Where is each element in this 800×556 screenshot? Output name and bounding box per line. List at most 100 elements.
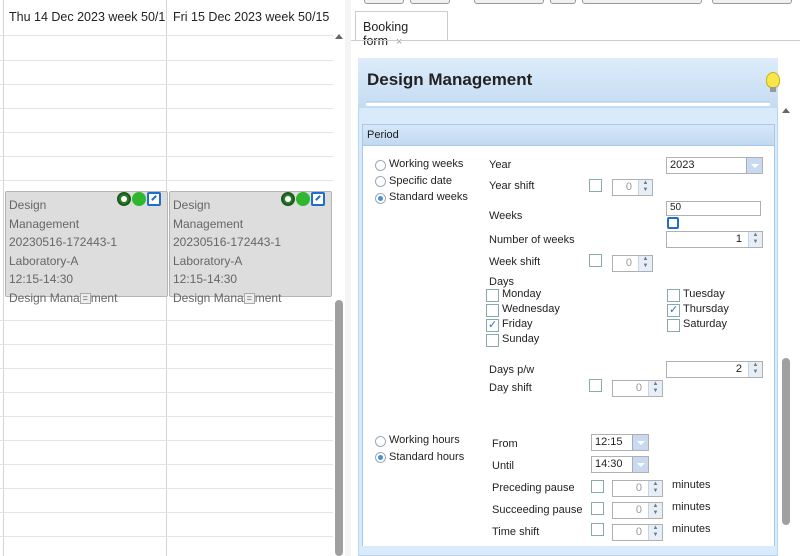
grid-line [0,320,333,321]
chevron-down-icon[interactable] [746,158,762,173]
label-week-shift: Week shift [489,256,541,268]
year-shift-stepper[interactable]: 0 ▲ ▼ [612,179,653,196]
spinner-icon[interactable]: ▲ ▼ [638,180,652,195]
event-title-line2: Management [9,216,80,231]
toolbar-button[interactable] [582,0,702,4]
open-link-icon[interactable] [311,192,325,206]
more-icon[interactable]: = [243,292,255,304]
preceding-pause-checkbox[interactable] [591,480,604,493]
grid-line [0,488,333,489]
checkbox-friday[interactable] [486,318,499,332]
open-link-icon[interactable] [667,217,679,229]
from-value: 12:15 [595,436,623,448]
event-desc-b: ment [254,290,282,305]
grid-line [0,180,333,181]
label-minutes: minutes [672,501,711,513]
time-shift-stepper[interactable]: 0 ▲ ▼ [612,524,663,541]
period-section-header[interactable]: Period [362,124,775,146]
label-minutes: minutes [672,523,711,535]
label-year-shift: Year shift [489,180,535,192]
year-shift-checkbox[interactable] [589,179,602,192]
open-link-icon[interactable] [147,192,161,206]
tab-divider [351,40,800,41]
label-specific-date: Specific date [389,175,452,187]
day-header-fri[interactable]: Fri 15 Dec 2023 week 50/15 [173,0,333,40]
calendar-scrollbar[interactable] [333,30,345,556]
event-code: 20230516-172443-1 [9,235,118,249]
label-day-shift: Day shift [489,382,532,394]
radio-working-hours[interactable] [375,436,386,447]
grid-line [0,536,333,537]
gear-icon[interactable] [281,192,295,206]
scroll-up-icon[interactable] [782,108,790,113]
year-select[interactable]: 2023 [666,157,763,174]
scroll-thumb[interactable] [782,358,790,525]
form-scrollbar[interactable] [780,100,792,556]
label-standard-weeks: Standard weeks [389,191,468,203]
checkbox-sunday[interactable] [486,334,499,347]
grid-line [0,344,333,345]
label-monday: Monday [502,288,542,300]
succeeding-pause-value: 0 [635,504,642,516]
label-until: Until [492,460,515,472]
succeeding-pause-checkbox[interactable] [591,502,604,515]
days-pw-stepper[interactable]: 2 ▲ ▼ [666,361,763,378]
event-icons [281,192,325,206]
event-card[interactable]: Design Management 20230516-172443-1 Labo… [5,191,168,305]
preceding-pause-value: 0 [635,482,642,494]
grid-line [0,416,333,417]
toolbar-button[interactable] [474,0,544,4]
event-location: Laboratory-A [173,253,243,268]
spinner-icon[interactable]: ▲ ▼ [748,362,762,377]
spinner-icon[interactable]: ▲ ▼ [648,381,662,396]
until-time-select[interactable]: 14:30 [591,456,649,473]
tab-booking-form[interactable]: Booking form × [355,11,448,48]
time-shift-checkbox[interactable] [591,523,604,536]
succeeding-pause-stepper[interactable]: 0 ▲ ▼ [612,502,663,519]
checkbox-thursday[interactable] [667,303,680,317]
calendar-view: Thu 14 Dec 2023 week 50/15 Fri 15 Dec 20… [0,0,345,556]
preceding-pause-stepper[interactable]: 0 ▲ ▼ [612,480,663,497]
toolbar-button[interactable] [364,0,404,4]
checkbox-tuesday[interactable] [667,289,680,302]
event-time: 12:15-14:30 [173,272,238,286]
number-of-weeks-stepper[interactable]: 1 ▲ ▼ [666,231,763,248]
toolbar-button[interactable] [712,0,792,4]
spinner-icon[interactable]: ▲ ▼ [648,525,662,540]
label-from: From [492,438,518,450]
gear-icon[interactable] [117,192,131,206]
close-icon[interactable]: × [396,36,402,48]
spinner-icon[interactable]: ▲ ▼ [638,256,652,271]
day-header-thu[interactable]: Thu 14 Dec 2023 week 50/15 [9,0,165,40]
day-shift-checkbox[interactable] [589,379,602,392]
event-card[interactable]: Design Management 20230516-172443-1 Labo… [169,191,332,305]
more-icon[interactable]: = [79,292,91,304]
scroll-up-icon[interactable] [335,34,343,39]
chevron-down-icon[interactable] [632,435,648,450]
scroll-thumb[interactable] [335,300,343,556]
spinner-icon[interactable]: ▲ ▼ [648,481,662,496]
radio-working-weeks[interactable] [375,160,386,171]
spinner-icon[interactable]: ▲ ▼ [748,232,762,247]
radio-standard-hours[interactable] [375,452,386,463]
spinner-icon[interactable]: ▲ ▼ [648,503,662,518]
weeks-input[interactable]: 50 [666,201,761,216]
radio-specific-date[interactable] [375,176,386,187]
week-shift-checkbox[interactable] [589,254,602,267]
grid-line [0,108,333,109]
lightbulb-icon[interactable] [766,72,780,92]
chevron-down-icon[interactable] [632,457,648,472]
event-title-line2: Management [173,216,244,231]
day-shift-stepper[interactable]: 0 ▲ ▼ [612,380,663,397]
divider [366,101,770,102]
toolbar-button[interactable] [410,0,450,4]
divider [366,103,770,106]
checkbox-saturday[interactable] [667,319,680,332]
radio-standard-weeks[interactable] [375,193,386,204]
from-time-select[interactable]: 12:15 [591,434,649,451]
week-shift-stepper[interactable]: 0 ▲ ▼ [612,255,653,272]
checkbox-monday[interactable] [486,289,499,302]
toolbar-button[interactable] [550,0,576,4]
checkbox-wednesday[interactable] [486,304,499,317]
grid-line [0,392,333,393]
